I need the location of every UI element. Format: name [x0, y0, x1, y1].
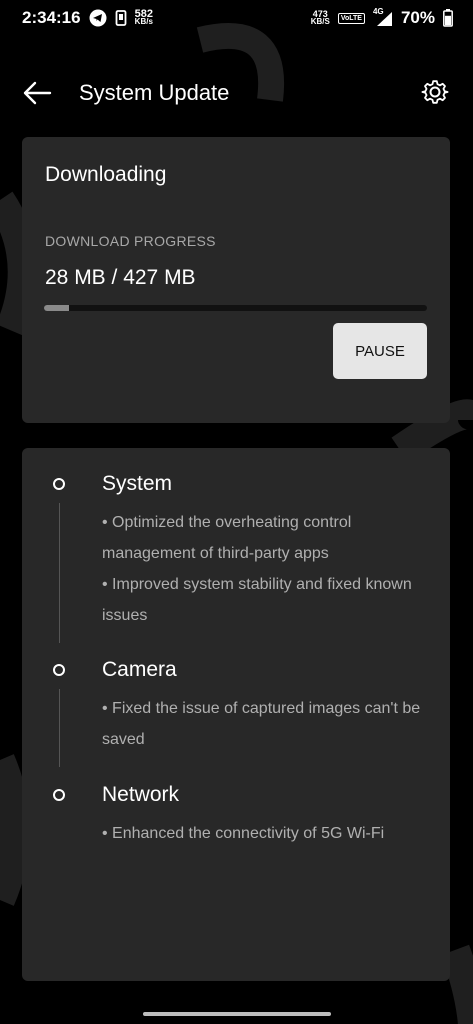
section-notes: • Fixed the issue of captured images can… — [102, 693, 432, 755]
net-speed: 473 KB/S — [311, 10, 330, 26]
signal-icon: 4G — [373, 7, 393, 26]
home-indicator[interactable] — [143, 1012, 331, 1016]
download-status: Downloading — [45, 163, 167, 186]
data-speed: 582 KB/s — [134, 9, 153, 26]
download-amount: 28 MB / 427 MB — [45, 266, 196, 289]
download-card: Downloading DOWNLOAD PROGRESS 28 MB / 42… — [22, 137, 450, 423]
timeline-line — [59, 503, 60, 643]
timeline-dot-icon — [53, 478, 65, 490]
note-line: • Enhanced the connectivity of 5G Wi-Fi — [102, 825, 385, 842]
app-bar: System Update — [0, 68, 473, 120]
section-title: System — [102, 472, 173, 495]
timeline-dot-icon — [53, 664, 65, 676]
volte-label: VoLTE — [340, 14, 362, 22]
note-line: • Fixed the issue of captured images can… — [102, 700, 421, 748]
status-time: 2:34:16 — [22, 8, 81, 27]
section-title: Network — [102, 783, 180, 806]
phone-icon — [115, 10, 127, 26]
note-line: • Improved system stability and fixed kn… — [102, 576, 412, 624]
net-speed-unit: KB/S — [310, 17, 330, 26]
download-progress-bar — [44, 305, 427, 311]
download-progress-label: DOWNLOAD PROGRESS — [45, 233, 216, 249]
page-title: System Update — [79, 80, 230, 105]
timeline-dot-icon — [53, 789, 65, 801]
battery-icon — [443, 9, 453, 27]
section-notes: • Optimized the overheating control mana… — [102, 507, 432, 631]
pause-button[interactable]: PAUSE — [333, 323, 427, 379]
data-speed-unit: KB/s — [134, 17, 153, 26]
note-line: • Optimized the overheating control mana… — [102, 514, 352, 562]
timeline-line — [59, 689, 60, 767]
settings-gear-icon[interactable] — [421, 78, 449, 106]
battery-percent: 70% — [400, 8, 435, 27]
status-bar: 2:34:16 582 KB/s 473 KB/S VoLTE 4G 70% — [0, 0, 473, 36]
back-arrow-icon[interactable] — [22, 80, 52, 106]
section-title: Camera — [102, 658, 177, 681]
changelog-card: System • Optimized the overheating contr… — [22, 448, 450, 981]
download-progress-fill — [44, 305, 70, 311]
section-notes: • Enhanced the connectivity of 5G Wi-Fi — [102, 818, 432, 849]
telegram-icon — [89, 9, 107, 27]
volte-icon: VoLTE — [337, 12, 365, 24]
